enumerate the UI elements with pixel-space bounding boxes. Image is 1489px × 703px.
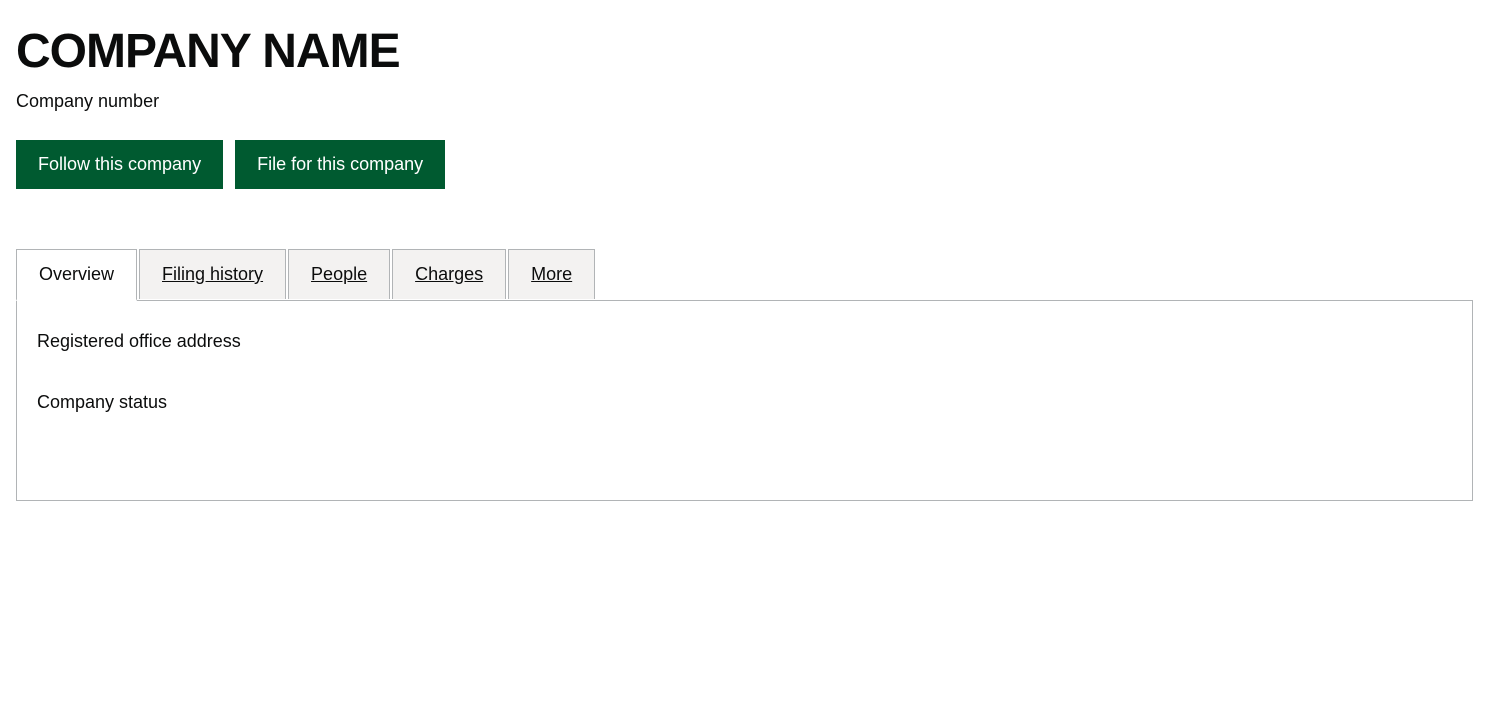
tab-overview-link[interactable]: Overview <box>16 249 137 301</box>
tab-people[interactable]: People <box>288 249 392 300</box>
tab-charges[interactable]: Charges <box>392 249 508 300</box>
tabs-nav: Overview Filing history People Charges M… <box>16 249 1473 301</box>
tabs-container: Overview Filing history People Charges M… <box>16 249 1473 501</box>
tab-content-overview: Registered office address Company status <box>16 301 1473 501</box>
company-status: Company status <box>37 392 1452 413</box>
tab-filing-history-link[interactable]: Filing history <box>139 249 286 299</box>
tab-charges-link[interactable]: Charges <box>392 249 506 299</box>
company-name: COMPANY NAME <box>16 24 1473 79</box>
tab-people-link[interactable]: People <box>288 249 390 299</box>
tab-more[interactable]: More <box>508 249 597 300</box>
tab-filing-history[interactable]: Filing history <box>139 249 288 300</box>
tab-overview[interactable]: Overview <box>16 249 139 300</box>
action-buttons: Follow this company File for this compan… <box>16 140 1473 189</box>
tab-more-link[interactable]: More <box>508 249 595 299</box>
registered-office-address: Registered office address <box>37 331 1452 352</box>
company-number-label: Company number <box>16 91 1473 112</box>
file-for-company-button[interactable]: File for this company <box>235 140 445 189</box>
follow-company-button[interactable]: Follow this company <box>16 140 223 189</box>
